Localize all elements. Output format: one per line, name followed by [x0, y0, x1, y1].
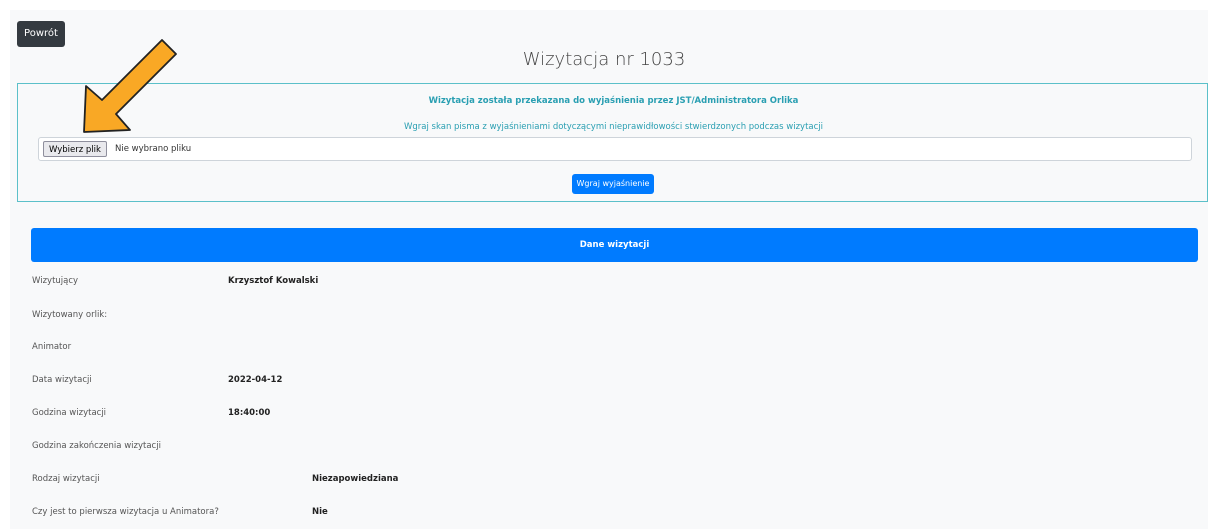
label-visited-orlik: Wizytowany orlik: [32, 310, 108, 320]
section-header-visit-data: Dane wizytacji [31, 228, 1198, 262]
orange-arrow-icon [83, 39, 177, 133]
value-visitor: Krzysztof Kowalski [228, 276, 319, 286]
label-visit-type: Rodzaj wizytacji [32, 474, 100, 484]
value-visit-date: 2022-04-12 [228, 375, 283, 385]
label-first-visit: Czy jest to pierwsza wizytacja u Animato… [32, 507, 219, 517]
explanation-alert: Wizytacja została przekazana do wyjaśnie… [17, 83, 1208, 202]
alert-description: Wgraj skan pisma z wyjaśnieniami dotyczą… [403, 122, 824, 132]
value-visit-type: Niezapowiedziana [312, 474, 399, 484]
choose-file-button[interactable]: Wybierz plik [43, 141, 107, 157]
alert-title: Wizytacja została przekazana do wyjaśnie… [428, 96, 799, 106]
upload-explanation-button[interactable]: Wgraj wyjaśnienie [572, 174, 654, 194]
file-status-text: Nie wybrano pliku [115, 144, 192, 154]
label-visit-date: Data wizytacji [32, 375, 92, 385]
back-button[interactable]: Powrót [17, 21, 65, 47]
value-visit-time: 18:40:00 [228, 408, 271, 418]
file-input[interactable]: Wybierz plik Nie wybrano pliku [38, 137, 1192, 161]
label-visit-time: Godzina wizytacji [32, 408, 107, 418]
label-animator: Animator [32, 342, 72, 352]
label-visit-end-time: Godzina zakończenia wizytacji [32, 441, 161, 451]
label-visitor: Wizytujący [32, 276, 79, 286]
value-first-visit: Nie [312, 507, 328, 517]
